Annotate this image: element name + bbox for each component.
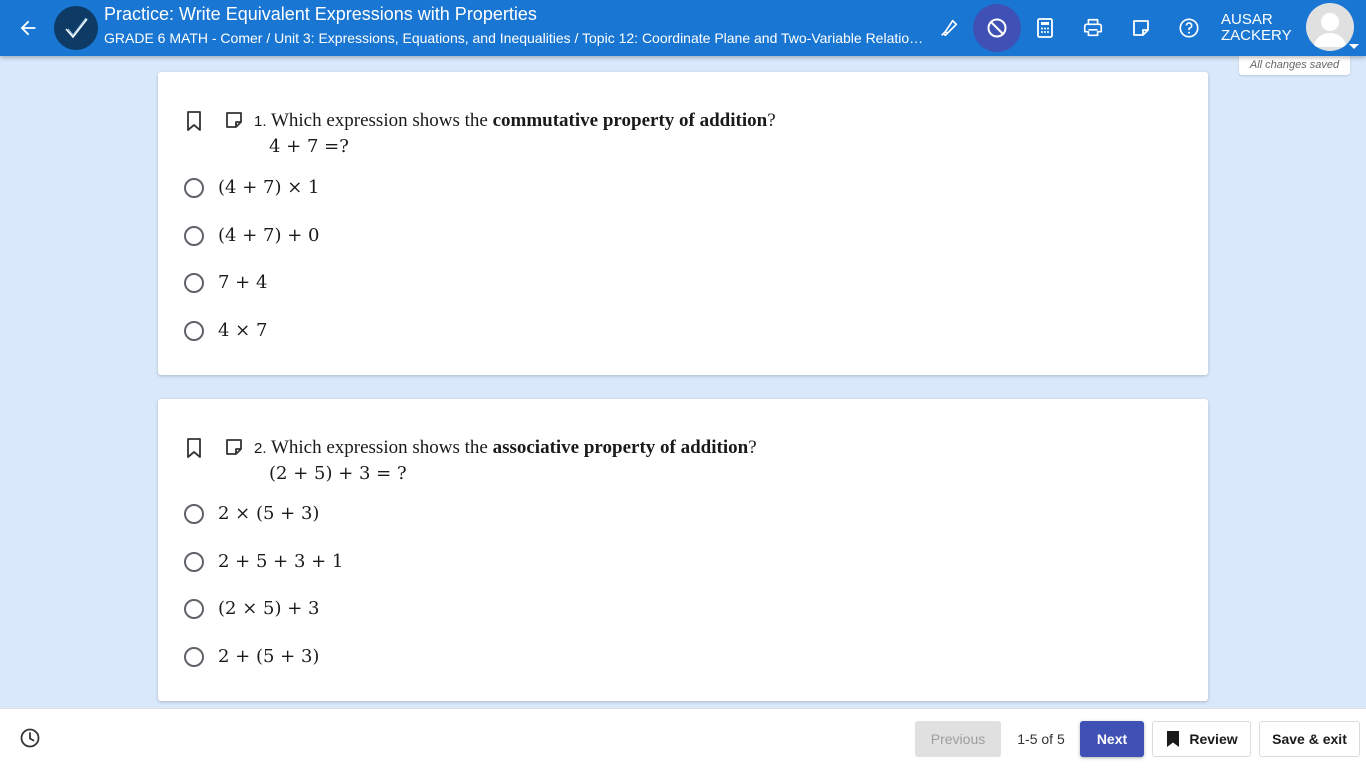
prompt-end: ? bbox=[748, 437, 757, 458]
note-icon[interactable] bbox=[224, 437, 244, 457]
choice-text: (2 × 5) + 3 bbox=[218, 598, 320, 619]
prompt-emphasis: commutative property of addition bbox=[492, 110, 768, 131]
choice-text: 7 + 4 bbox=[218, 272, 268, 293]
prompt-text: Which expression shows the bbox=[270, 437, 493, 458]
avatar[interactable] bbox=[1306, 3, 1354, 51]
choice-text: 2 × (5 + 3) bbox=[218, 503, 320, 524]
user-last-name: ZACKERY bbox=[1221, 27, 1292, 44]
clock-icon[interactable] bbox=[18, 726, 42, 750]
answer-choice[interactable]: 2 × (5 + 3) bbox=[184, 499, 784, 531]
breadcrumb: GRADE 6 MATH - Comer / Unit 3: Expressio… bbox=[104, 30, 924, 46]
radio-button[interactable] bbox=[184, 226, 204, 246]
answer-choice[interactable]: 2 + (5 + 3) bbox=[184, 642, 784, 674]
page-indicator: 1-5 of 5 bbox=[1017, 731, 1065, 747]
prompt-emphasis: associative property of addition bbox=[492, 437, 749, 458]
save-status: All changes saved bbox=[1239, 56, 1350, 75]
print-icon[interactable] bbox=[1077, 12, 1109, 44]
radio-button[interactable] bbox=[184, 273, 204, 293]
answer-choice[interactable]: (4 + 7) + 0 bbox=[184, 221, 784, 253]
radio-button[interactable] bbox=[184, 647, 204, 667]
next-button[interactable]: Next bbox=[1080, 721, 1144, 757]
top-bar: Practice: Write Equivalent Expressions w… bbox=[0, 0, 1366, 56]
radio-button[interactable] bbox=[184, 321, 204, 341]
question-card: 1. Which expression shows the commutativ… bbox=[158, 72, 1208, 375]
choice-text: (4 + 7) × 1 bbox=[218, 177, 320, 198]
chevron-down-icon[interactable] bbox=[1349, 44, 1359, 49]
back-arrow-icon[interactable] bbox=[14, 14, 42, 42]
notepad-icon[interactable] bbox=[1125, 12, 1157, 44]
note-icon[interactable] bbox=[224, 110, 244, 130]
help-icon[interactable] bbox=[1173, 12, 1205, 44]
answer-choice[interactable]: (2 × 5) + 3 bbox=[184, 594, 784, 626]
answer-choice[interactable]: 2 + 5 + 3 + 1 bbox=[184, 547, 784, 579]
choice-text: 2 + (5 + 3) bbox=[218, 646, 320, 667]
question-prompt: 1. Which expression shows the commutativ… bbox=[254, 110, 776, 133]
bookmark-icon[interactable] bbox=[184, 437, 204, 459]
question-expression: 4 + 7 =? bbox=[269, 136, 349, 157]
highlighter-icon[interactable] bbox=[933, 12, 965, 44]
previous-button[interactable]: Previous bbox=[915, 721, 1001, 757]
radio-button[interactable] bbox=[184, 504, 204, 524]
answer-choice[interactable]: 4 × 7 bbox=[184, 316, 784, 348]
answer-choice[interactable]: 7 + 4 bbox=[184, 268, 784, 300]
question-expression: (2 + 5) + 3 = ? bbox=[269, 463, 407, 484]
question-prompt: 2. Which expression shows the associativ… bbox=[254, 437, 757, 460]
user-first-name: AUSAR bbox=[1221, 11, 1273, 28]
assignment-title: Practice: Write Equivalent Expressions w… bbox=[104, 4, 537, 24]
question-card: 2. Which expression shows the associativ… bbox=[158, 399, 1208, 701]
footer-bar: Previous 1-5 of 5 Next Review Save & exi… bbox=[0, 708, 1366, 768]
choice-text: 2 + 5 + 3 + 1 bbox=[218, 551, 344, 572]
bookmark-icon[interactable] bbox=[184, 110, 204, 132]
answer-choice[interactable]: (4 + 7) × 1 bbox=[184, 173, 784, 205]
prompt-end: ? bbox=[767, 110, 776, 131]
review-label: Review bbox=[1189, 731, 1238, 747]
line-reader-icon[interactable] bbox=[973, 4, 1021, 52]
radio-button[interactable] bbox=[184, 178, 204, 198]
question-number: 1. bbox=[254, 113, 267, 130]
save-exit-button[interactable]: Save & exit bbox=[1259, 721, 1360, 757]
radio-button[interactable] bbox=[184, 552, 204, 572]
prompt-text: Which expression shows the bbox=[270, 110, 493, 131]
checkmark-logo-icon bbox=[54, 6, 98, 50]
calculator-icon[interactable] bbox=[1029, 12, 1061, 44]
user-name[interactable]: AUSAR ZACKERY bbox=[1221, 12, 1292, 44]
radio-button[interactable] bbox=[184, 599, 204, 619]
question-number: 2. bbox=[254, 440, 267, 457]
choice-text: 4 × 7 bbox=[218, 320, 268, 341]
bookmark-filled-icon bbox=[1167, 731, 1180, 747]
choice-text: (4 + 7) + 0 bbox=[218, 225, 320, 246]
review-button[interactable]: Review bbox=[1152, 721, 1251, 757]
